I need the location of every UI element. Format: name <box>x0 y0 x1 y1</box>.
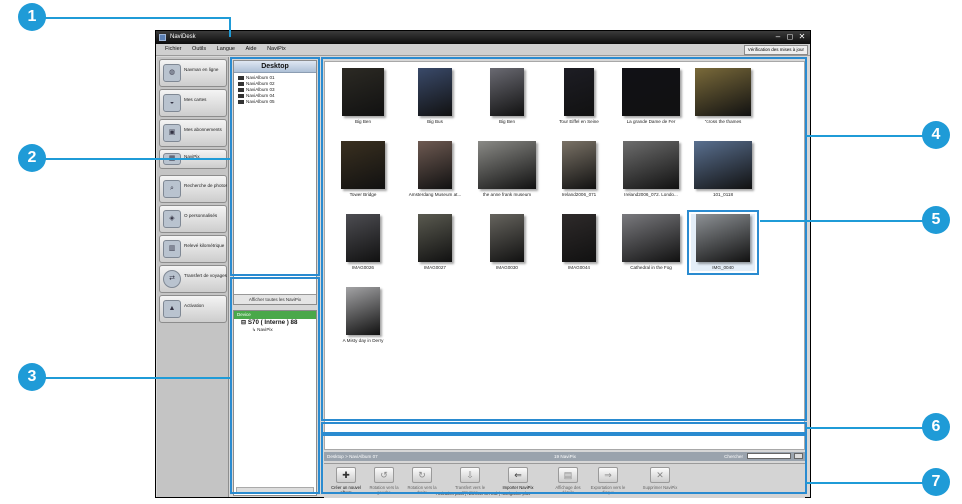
callout-2: 2 <box>18 144 46 172</box>
leader-line-4 <box>806 135 924 137</box>
sidebar-item-label: Mes abonnements <box>184 127 222 132</box>
highlight-toolbar <box>321 434 807 494</box>
sidebar-item-label: Transfert de voyages <box>184 273 227 278</box>
leader-line-6 <box>806 427 924 429</box>
sidebar-item-label: Relevé kilométrique <box>184 243 225 248</box>
leader-line-1 <box>44 17 230 19</box>
menu-fichier[interactable]: Fichier <box>165 44 182 55</box>
leader-line-2 <box>44 158 230 160</box>
map-icon: ◒ <box>163 94 181 112</box>
menu-navipix[interactable]: NaviPix <box>267 44 286 55</box>
sidebar-item-label: O personnalisés <box>184 213 218 218</box>
callout-5: 5 <box>922 206 950 234</box>
photo-search-icon: ⌕ <box>163 180 181 198</box>
lock-icon: ▲ <box>163 300 181 318</box>
sidebar-item-trip-transfer[interactable]: ⇄ Transfert de voyages <box>159 265 227 293</box>
window-controls: – ◻ ✕ <box>773 32 807 42</box>
sidebar-item-navman-online[interactable]: ◍ Navman en ligne <box>159 59 227 87</box>
highlight-device-tree <box>230 277 320 494</box>
app-icon <box>159 34 166 41</box>
sidebar: ◍ Navman en ligne ◒ Mes cartes ▣ Mes abo… <box>157 57 229 497</box>
callout-7: 7 <box>922 468 950 496</box>
highlight-photo-grid <box>321 57 807 421</box>
leader-line-7 <box>806 482 924 484</box>
menu-aide[interactable]: Aide <box>246 44 257 55</box>
sidebar-item-photo-search[interactable]: ⌕ Recherche de photos <box>159 175 227 203</box>
callout-4: 4 <box>922 121 950 149</box>
leader-line-5 <box>760 220 924 222</box>
sidebar-item-subscriptions[interactable]: ▣ Mes abonnements <box>159 119 227 147</box>
window-title: NaviDesk <box>170 34 196 40</box>
menu-bar: Fichier Outils Langue Aide NaviPix Vérif… <box>156 44 810 56</box>
sidebar-item-label: Activation <box>184 303 204 308</box>
sidebar-item-label: Recherche de photos <box>184 183 227 188</box>
subscription-icon: ▣ <box>163 124 181 142</box>
callout-3: 3 <box>18 363 46 391</box>
globe-icon: ◍ <box>163 64 181 82</box>
transfer-icon: ⇄ <box>163 270 181 288</box>
menu-langue[interactable]: Langue <box>217 44 235 55</box>
check-updates-button[interactable]: Vérification des mises à jour <box>743 45 808 55</box>
callout-1: 1 <box>18 3 46 31</box>
odometer-icon: ▥ <box>163 240 181 258</box>
sidebar-item-label: Mes cartes <box>184 97 207 102</box>
sidebar-item-my-maps[interactable]: ◒ Mes cartes <box>159 89 227 117</box>
sidebar-item-odometer[interactable]: ▥ Relevé kilométrique <box>159 235 227 263</box>
sidebar-item-label: Navman en ligne <box>184 67 219 72</box>
minimize-icon[interactable]: – <box>773 32 783 42</box>
close-icon[interactable]: ✕ <box>797 32 807 42</box>
highlight-album-panel <box>230 57 320 276</box>
sidebar-item-activation[interactable]: ▲ Activation <box>159 295 227 323</box>
maximize-icon[interactable]: ◻ <box>785 32 795 42</box>
menu-outils[interactable]: Outils <box>192 44 206 55</box>
custom-poi-icon: ◈ <box>163 210 181 228</box>
title-bar: NaviDesk – ◻ ✕ <box>156 31 810 44</box>
leader-line-3 <box>44 377 230 379</box>
callout-6: 6 <box>922 413 950 441</box>
sidebar-item-custom-poi[interactable]: ◈ O personnalisés <box>159 205 227 233</box>
leader-line-1-vertical <box>229 17 231 37</box>
highlight-status-bar <box>321 422 807 434</box>
